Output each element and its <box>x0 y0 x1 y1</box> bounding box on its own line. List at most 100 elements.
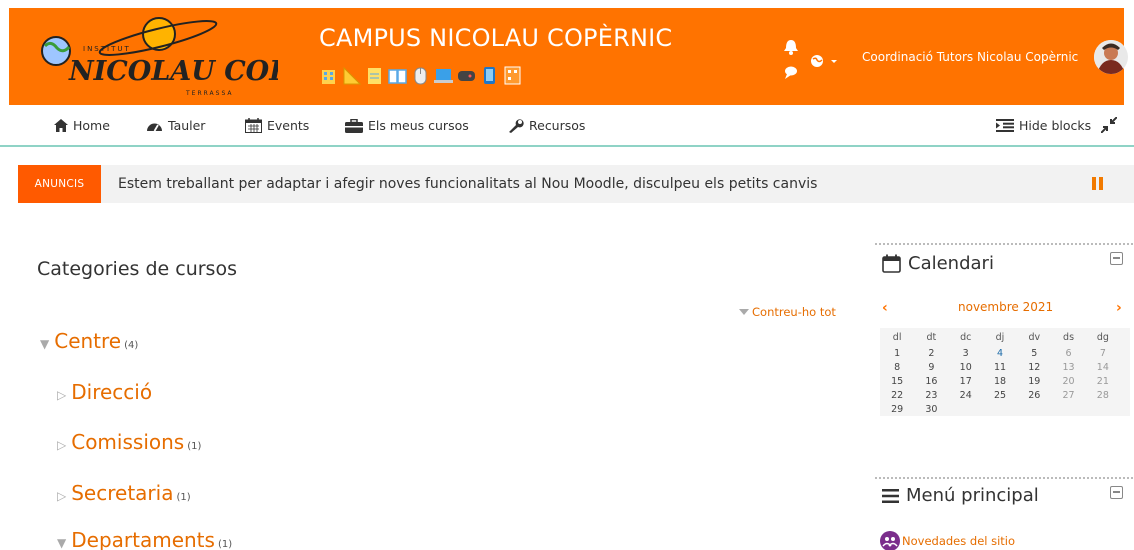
header-tools <box>780 34 840 84</box>
ruler-icon[interactable] <box>342 66 362 85</box>
calendar-day-today[interactable]: 4 <box>983 346 1017 360</box>
calendar-icon <box>245 118 262 133</box>
building-icon[interactable] <box>319 66 338 85</box>
phone-icon[interactable] <box>480 66 499 85</box>
caret-down-icon <box>739 308 749 315</box>
calendar-day <box>1051 402 1085 416</box>
calendar-day[interactable]: 7 <box>1086 346 1120 360</box>
calendar-grid: dl dt dc dj dv ds dg 1 2 3 4 5 6 7 8 9 1… <box>880 328 1130 416</box>
calendar-day[interactable]: 26 <box>1017 388 1051 402</box>
menu-item-site-news[interactable]: Novedades del sitio <box>880 531 1015 550</box>
calendar-day[interactable]: 25 <box>983 388 1017 402</box>
book-icon[interactable] <box>388 66 407 85</box>
nav-resources[interactable]: Recursos <box>508 118 585 133</box>
nav-dashboard-label: Tauler <box>168 118 206 133</box>
calendar-day[interactable]: 28 <box>1086 388 1120 402</box>
calendar-day[interactable]: 16 <box>914 374 948 388</box>
category-centre[interactable]: ▼ Centre (4) <box>40 329 138 353</box>
calendar-day[interactable]: 11 <box>983 360 1017 374</box>
nav-resources-label: Recursos <box>529 118 586 133</box>
mouse-icon[interactable] <box>411 66 430 85</box>
calendar-day[interactable]: 29 <box>880 402 914 416</box>
calendar-day[interactable]: 21 <box>1086 374 1120 388</box>
dashboard-gauge-icon <box>147 123 162 132</box>
notifications-bell-icon[interactable] <box>784 40 798 55</box>
calendar-month[interactable]: novembre 2021 <box>958 300 1053 314</box>
category-name[interactable]: Direcció <box>71 380 152 404</box>
calendar-block-title: Calendari <box>882 253 994 274</box>
fullscreen-compress-button[interactable] <box>1101 117 1117 133</box>
calendar-day[interactable]: 2 <box>914 346 948 360</box>
collapse-main-menu-block-button[interactable] <box>1110 486 1123 499</box>
calendar-day[interactable]: 30 <box>914 402 948 416</box>
nav-dashboard[interactable]: Tauler <box>146 118 205 133</box>
calendar-day[interactable]: 24 <box>949 388 983 402</box>
category-count: (1) <box>176 492 191 503</box>
hide-blocks-button[interactable]: Hide blocks <box>996 118 1091 133</box>
block-divider <box>875 477 1133 479</box>
calendar-day[interactable]: 14 <box>1086 360 1120 374</box>
calendar-day[interactable]: 8 <box>880 360 914 374</box>
weekday-header: dt <box>926 331 937 343</box>
language-globe-icon[interactable] <box>811 55 823 67</box>
calendar-day[interactable]: 10 <box>949 360 983 374</box>
calendar-day[interactable]: 22 <box>880 388 914 402</box>
category-secretaria[interactable]: ▷ Secretaria (1) <box>57 481 191 505</box>
calendar-day[interactable]: 6 <box>1051 346 1085 360</box>
wrench-icon <box>509 119 524 133</box>
language-chevron-down-icon[interactable] <box>831 60 837 63</box>
gamepad-icon[interactable] <box>457 66 476 85</box>
calendar-day[interactable]: 12 <box>1017 360 1051 374</box>
expanded-caret-icon[interactable]: ▼ <box>40 337 49 351</box>
pause-icon[interactable] <box>1092 177 1104 190</box>
category-name[interactable]: Comissions <box>71 430 184 454</box>
notepad-icon[interactable] <box>365 66 384 85</box>
calendar-day[interactable]: 17 <box>949 374 983 388</box>
nav-events[interactable]: Events <box>245 118 309 133</box>
calendar-prev-month-icon[interactable]: ‹ <box>882 300 888 316</box>
calendar-day[interactable]: 27 <box>1051 388 1085 402</box>
avatar[interactable] <box>1094 40 1128 74</box>
user-menu-name[interactable]: Coordinació Tutors Nicolau Copèrnic <box>862 50 1078 64</box>
category-name[interactable]: Departaments <box>71 528 215 550</box>
calendar-day[interactable]: 3 <box>949 346 983 360</box>
calendar-day[interactable]: 13 <box>1051 360 1085 374</box>
calendar-day[interactable]: 18 <box>983 374 1017 388</box>
weekday-header: dl <box>892 331 902 343</box>
category-count: (1) <box>187 441 202 452</box>
laptop-icon[interactable] <box>434 66 453 85</box>
messages-chat-icon[interactable] <box>785 66 797 80</box>
calendar-day[interactable]: 1 <box>880 346 914 360</box>
category-name[interactable]: Centre <box>54 329 121 353</box>
page-title: Categories de cursos <box>37 258 237 280</box>
announcement-text[interactable]: Estem treballant per adaptar i afegir no… <box>118 176 817 192</box>
svg-text:TERRASSA: TERRASSA <box>185 90 234 97</box>
compress-arrows-icon <box>1101 117 1117 133</box>
category-name[interactable]: Secretaria <box>71 481 173 505</box>
svg-text:NICOLAU COPÈRNIC: NICOLAU COPÈRNIC <box>68 54 278 87</box>
collapse-all-link[interactable]: Contreu-ho tot <box>739 305 836 319</box>
calendar-day[interactable]: 5 <box>1017 346 1051 360</box>
collapse-calendar-block-button[interactable] <box>1110 252 1123 265</box>
calendar-day[interactable]: 19 <box>1017 374 1051 388</box>
category-comissions[interactable]: ▷ Comissions (1) <box>57 430 201 454</box>
calendar-day[interactable]: 23 <box>914 388 948 402</box>
qr-icon[interactable] <box>503 66 522 85</box>
calendar-day <box>1017 402 1051 416</box>
collapsed-caret-icon[interactable]: ▷ <box>57 438 66 452</box>
weekday-header: dg <box>1096 331 1109 343</box>
collapsed-caret-icon[interactable]: ▷ <box>57 388 66 402</box>
nav-home[interactable]: Home <box>54 118 110 133</box>
calendar-day[interactable]: 9 <box>914 360 948 374</box>
category-direccio[interactable]: ▷ Direcció <box>57 380 155 404</box>
institut-logo[interactable]: INSTITUT NICOLAU COPÈRNIC TERRASSA <box>23 8 392 105</box>
collapsed-caret-icon[interactable]: ▷ <box>57 489 66 503</box>
site-header: INSTITUT NICOLAU COPÈRNIC TERRASSA CAMPU… <box>9 8 1128 105</box>
site-title[interactable]: CAMPUS NICOLAU COPÈRNIC <box>319 24 672 52</box>
calendar-day[interactable]: 15 <box>880 374 914 388</box>
calendar-next-month-icon[interactable]: › <box>1116 300 1122 316</box>
calendar-day[interactable]: 20 <box>1051 374 1085 388</box>
nav-my-courses[interactable]: Els meus cursos <box>345 118 469 133</box>
category-departaments[interactable]: ▼ Departaments (1) <box>57 528 232 550</box>
expanded-caret-icon[interactable]: ▼ <box>57 536 66 550</box>
